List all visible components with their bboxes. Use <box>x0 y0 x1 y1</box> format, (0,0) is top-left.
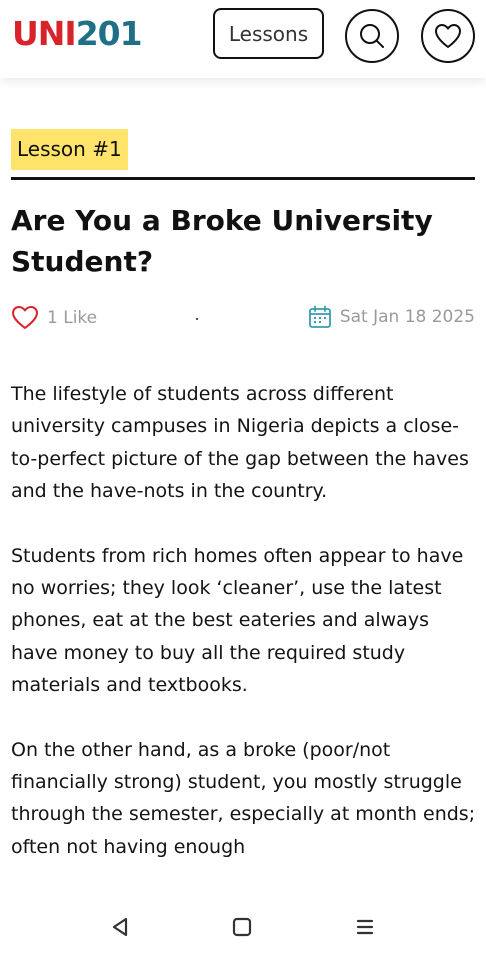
back-triangle-icon <box>112 917 128 937</box>
site-logo[interactable]: UNI201 <box>12 14 143 54</box>
page: UNI201 Lessons Lesson #1 Are You a Broke… <box>0 0 486 955</box>
logo-part-uni: UNI <box>12 14 77 53</box>
publish-date: Sat Jan 18 2025 <box>308 305 475 329</box>
lesson-tag: Lesson #1 <box>11 129 128 170</box>
top-header: UNI201 Lessons <box>0 0 486 78</box>
home-square-icon <box>232 917 252 937</box>
logo-part-201: 201 <box>75 14 143 53</box>
like-button[interactable]: 1 Like <box>11 305 97 330</box>
like-count: 1 Like <box>47 307 98 328</box>
heart-icon <box>435 24 461 48</box>
favorites-button[interactable] <box>421 9 475 63</box>
title-divider <box>11 177 475 180</box>
heart-outline-icon <box>12 306 38 329</box>
nav-menu-button[interactable] <box>350 912 380 942</box>
search-button[interactable] <box>345 9 399 63</box>
lessons-button[interactable]: Lessons <box>213 8 324 59</box>
nav-back-button[interactable] <box>105 912 135 942</box>
search-icon <box>360 24 384 48</box>
menu-lines-icon <box>356 919 374 935</box>
paragraph-3: On the other hand, as a broke (poor/not … <box>11 738 476 858</box>
nav-home-button[interactable] <box>227 912 257 942</box>
calendar-icon <box>308 305 331 328</box>
article-body: The lifestyle of students across differe… <box>11 378 481 895</box>
separator-dot <box>196 318 198 320</box>
date-text: Sat Jan 18 2025 <box>339 307 475 327</box>
article-title: Are You a Broke University Student? <box>11 204 433 278</box>
paragraph-1: The lifestyle of students across differe… <box>11 383 469 503</box>
system-navbar <box>0 900 486 955</box>
paragraph-2: Students from rich homes often appear to… <box>11 544 464 697</box>
article-meta: 1 Like Sat Jan 18 2025 <box>11 305 475 335</box>
